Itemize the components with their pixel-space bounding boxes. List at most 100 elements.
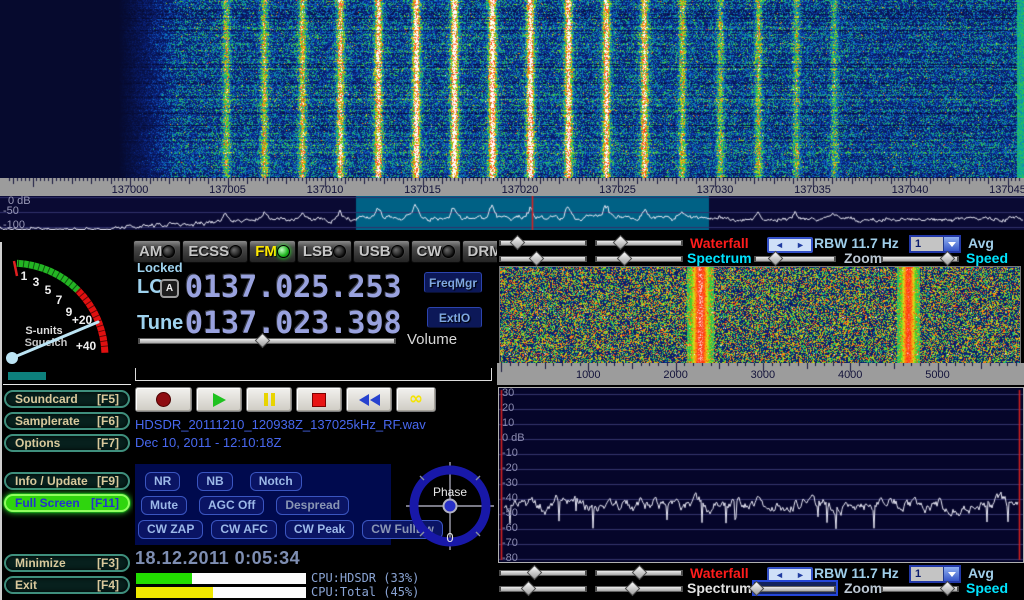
slider-track[interactable]: [595, 240, 683, 246]
lo-auto-lock-button[interactable]: A: [160, 279, 179, 298]
rbw-decrease-arrow[interactable]: ◄: [769, 239, 790, 251]
play-button[interactable]: [196, 387, 242, 412]
options-button[interactable]: Options[F7]: [4, 434, 130, 452]
slider-thumb[interactable]: [612, 235, 628, 251]
db-tick-label: -80: [502, 552, 518, 564]
notch-button[interactable]: Notch: [250, 472, 302, 491]
mode-button-cw[interactable]: CW: [411, 240, 461, 263]
s-meter-peak-marker: [14, 261, 17, 276]
freqmgr-button[interactable]: FreqMgr: [424, 272, 482, 293]
mode-button-fm[interactable]: FM: [249, 240, 296, 263]
rbw-decrease-arrow[interactable]: ◄: [769, 569, 790, 581]
frequency-tick-label: 3000: [751, 369, 775, 381]
volume-slider[interactable]: [138, 334, 396, 346]
s-meter-needle-hub: [6, 352, 18, 364]
exit-button[interactable]: Exit[F4]: [4, 576, 130, 594]
slider-thumb[interactable]: [509, 235, 525, 251]
rbw-increase-arrow[interactable]: ►: [790, 569, 811, 581]
rf-frequency-scale[interactable]: 1370001370051370101370151370201370251370…: [0, 178, 1024, 196]
extio-button[interactable]: ExtIO: [427, 307, 482, 328]
audio-waterfall-frame: [499, 266, 1021, 364]
phase-dial[interactable]: Phase 0: [400, 456, 500, 556]
nb-button[interactable]: NB: [197, 472, 232, 491]
slider-thumb[interactable]: [632, 565, 648, 581]
locked-label: Locked: [137, 260, 183, 275]
stop-button[interactable]: [296, 387, 342, 412]
soundcard-button[interactable]: Soundcard[F5]: [4, 390, 130, 408]
rf-spectrum-display[interactable]: [0, 196, 1024, 230]
speed-slider[interactable]: [881, 582, 959, 594]
slider-track[interactable]: [499, 570, 587, 576]
slider-thumb[interactable]: [939, 251, 955, 267]
s-meter-scale: 3: [33, 275, 40, 289]
cw-zap-button[interactable]: CW ZAP: [138, 520, 203, 539]
s-units-label: S-units: [25, 325, 62, 337]
button-label: Info / Update: [15, 474, 88, 488]
mode-button-lsb[interactable]: LSB: [297, 240, 352, 263]
agc-off-button[interactable]: AGC Off: [199, 496, 264, 515]
cpu-total-label: CPU:Total (45%): [311, 585, 419, 599]
rbw-stepper[interactable]: ◄►: [767, 567, 813, 583]
slider-track[interactable]: [754, 256, 836, 262]
despread-button[interactable]: Despread: [276, 496, 349, 515]
spectrum-offset-slider[interactable]: [595, 582, 683, 594]
mode-label: ECSS: [188, 243, 229, 260]
spectrum-gain-slider[interactable]: [499, 582, 587, 594]
zoom-slider[interactable]: [754, 582, 836, 594]
waterfall-brightness-slider[interactable]: [595, 566, 683, 578]
audio-frequency-scale[interactable]: 10002000300040005000: [497, 363, 1024, 385]
info-update-button[interactable]: Info / Update[F9]: [4, 472, 130, 490]
nr-button[interactable]: NR: [145, 472, 180, 491]
minimize-button[interactable]: Minimize[F3]: [4, 554, 130, 572]
fullscreen-button[interactable]: Full Screen[F11]: [4, 494, 130, 512]
rbw-increase-arrow[interactable]: ►: [790, 239, 811, 251]
speed-label: Speed: [966, 251, 1008, 266]
loop-button[interactable]: ∞: [396, 387, 436, 412]
speed-slider[interactable]: [881, 252, 959, 264]
spectrum-label: Spectrum: [687, 581, 752, 596]
slider-thumb[interactable]: [521, 581, 537, 597]
slider-thumb[interactable]: [767, 251, 783, 267]
cpu-hdsdr-fill: [136, 573, 192, 584]
mode-button-usb[interactable]: USB: [353, 240, 410, 263]
cw-afc-button[interactable]: CW AFC: [211, 520, 277, 539]
avg-dropdown[interactable]: 1: [909, 565, 961, 583]
slider-thumb[interactable]: [625, 581, 641, 597]
slider-track[interactable]: [595, 256, 683, 262]
slider-track[interactable]: [754, 586, 836, 592]
mode-label: USB: [359, 243, 391, 260]
dropdown-arrow[interactable]: [943, 237, 959, 251]
lo-frequency-display[interactable]: 0137.025.253: [185, 270, 402, 305]
waterfall-contrast-slider[interactable]: [499, 566, 587, 578]
waterfall-contrast-slider[interactable]: [499, 236, 587, 248]
slider-thumb[interactable]: [255, 333, 271, 349]
slider-thumb[interactable]: [527, 565, 543, 581]
dropdown-arrow[interactable]: [943, 567, 959, 581]
slider-thumb[interactable]: [940, 581, 956, 597]
loop-icon: ∞: [409, 393, 423, 406]
cpu-total-bar: [135, 586, 307, 599]
squelch-level-bar[interactable]: [8, 372, 46, 380]
pause-button[interactable]: [246, 387, 292, 412]
slider-thumb[interactable]: [617, 251, 633, 267]
samplerate-button[interactable]: Samplerate[F6]: [4, 412, 130, 430]
waterfall-brightness-slider[interactable]: [595, 236, 683, 248]
slider-track[interactable]: [499, 586, 587, 592]
avg-dropdown[interactable]: 1: [909, 235, 961, 253]
rf-waterfall-display[interactable]: [0, 0, 1024, 178]
slider-thumb[interactable]: [529, 251, 545, 267]
audio-waterfall-display[interactable]: [500, 267, 1020, 363]
spectrum-gain-slider[interactable]: [499, 252, 587, 264]
spectrum-offset-slider[interactable]: [595, 252, 683, 264]
rewind-button[interactable]: [346, 387, 392, 412]
audio-spectrum-display[interactable]: [499, 388, 1023, 562]
db-tick-label: 20: [502, 402, 514, 414]
playback-position-bar[interactable]: [135, 368, 492, 381]
mute-button[interactable]: Mute: [141, 496, 187, 515]
cw-peak-button[interactable]: CW Peak: [285, 520, 354, 539]
button-label: Options: [15, 436, 60, 450]
mode-button-ecss[interactable]: ECSS: [182, 240, 248, 263]
zoom-slider[interactable]: [754, 252, 836, 264]
s-meter-scale: +40: [76, 339, 97, 353]
record-button[interactable]: [135, 387, 192, 412]
